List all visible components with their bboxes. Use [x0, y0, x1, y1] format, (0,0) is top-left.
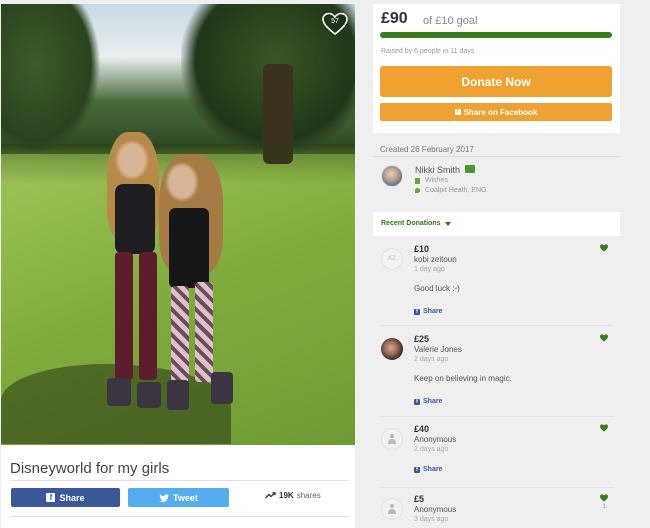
donation-amount: £40: [414, 424, 430, 434]
recent-donations-header[interactable]: Recent Donations: [373, 212, 620, 236]
donation-time: 3 days ago: [414, 516, 449, 523]
donor-name: kobi zeitoun: [414, 255, 457, 264]
location-label: Coalpit Heath, ENG: [425, 187, 487, 194]
goal-text: of £10 goal: [423, 15, 478, 27]
donation-share-button[interactable]: f Share: [414, 466, 442, 473]
facebook-icon: f: [414, 466, 420, 473]
divider: [381, 325, 613, 326]
heart-icon[interactable]: [600, 334, 608, 342]
heart-count-badge[interactable]: 57: [322, 12, 348, 36]
mail-icon[interactable]: [465, 165, 475, 173]
organizer-avatar[interactable]: [381, 165, 403, 187]
donation-time: 2 days ago: [414, 356, 449, 363]
facebook-share-button[interactable]: f Share: [11, 488, 120, 507]
caret-down-icon: [444, 221, 451, 226]
organizer-category[interactable]: Wishes: [415, 177, 448, 184]
shares-count: 19K shares: [265, 491, 321, 500]
facebook-icon: f: [454, 109, 461, 115]
photo-girl-left: [101, 132, 167, 414]
heart-icon[interactable]: [600, 424, 608, 432]
donation-item: KZ £10 kobi zeitoun 1 day ago Good luck …: [381, 244, 613, 326]
donate-now-button[interactable]: Donate Now: [380, 66, 612, 97]
donor-avatar: [381, 338, 403, 360]
campaign-title: Disneyworld for my girls: [10, 460, 170, 477]
donor-avatar: KZ: [381, 248, 403, 270]
trending-icon: [265, 492, 276, 499]
donation-message: Keep on believing in magic.: [414, 374, 512, 383]
location-pin-icon: [415, 188, 420, 193]
recent-donations-label: Recent Donations: [381, 220, 441, 227]
goal-card: £90 of £10 goal Raised by 6 people in 11…: [373, 4, 620, 133]
share-on-facebook-label: Share on Facebook: [463, 107, 538, 117]
raised-amount: £90: [381, 10, 408, 27]
created-date: Created 26 February 2017: [380, 145, 474, 154]
facebook-icon: f: [46, 493, 56, 502]
organizer-location: Coalpit Heath, ENG: [415, 187, 486, 194]
donation-share-button[interactable]: f Share: [414, 308, 442, 315]
category-label: Wishes: [425, 177, 448, 184]
donor-name: Anonymous: [414, 505, 457, 514]
facebook-icon: f: [414, 398, 420, 405]
campaign-photo: 57: [1, 4, 355, 445]
facebook-icon: f: [414, 308, 420, 315]
donor-avatar: [381, 428, 403, 450]
person-icon: [387, 434, 397, 444]
raised-by-text: Raised by 6 people in 11 days: [381, 48, 475, 55]
donation-amount: £5: [414, 494, 425, 504]
tag-icon: [415, 177, 420, 184]
donation-amount: £10: [414, 244, 430, 254]
recent-donations-toggle[interactable]: Recent Donations: [381, 220, 451, 227]
tweet-label: Tweet: [173, 492, 198, 503]
divider: [10, 480, 348, 481]
donation-item: £5 Anonymous 3 days ago 1: [381, 494, 613, 528]
divider: [373, 156, 620, 157]
heart-count: 1: [602, 504, 606, 510]
heart-icon[interactable]: [600, 244, 608, 252]
donation-message: Good luck :-): [414, 284, 460, 293]
donation-time: 1 day ago: [414, 266, 445, 273]
donation-share-button[interactable]: f Share: [414, 398, 442, 405]
donation-amount: £25: [414, 334, 430, 344]
divider: [10, 516, 348, 517]
donor-avatar: [381, 498, 403, 520]
facebook-share-label: Share: [59, 492, 85, 503]
share-on-facebook-button[interactable]: f Share on Facebook: [380, 103, 612, 121]
heart-icon[interactable]: [600, 494, 608, 502]
donation-time: 2 days ago: [414, 446, 449, 453]
shares-label: shares: [296, 491, 321, 500]
divider: [381, 487, 613, 488]
divider: [381, 416, 613, 417]
campaign-card: 57 Disneyworld for my girls f Share Twee…: [1, 4, 355, 528]
donation-share-label: Share: [423, 308, 443, 315]
campaign-page: 57 Disneyworld for my girls f Share Twee…: [0, 0, 650, 528]
donation-share-label: Share: [423, 466, 443, 473]
shares-number: 19K: [279, 491, 294, 500]
organizer-name[interactable]: Nikki Smith: [415, 165, 460, 175]
heart-count: 57: [331, 18, 339, 25]
donation-item: £40 Anonymous 2 days ago f Share: [381, 424, 613, 488]
donation-share-label: Share: [423, 398, 443, 405]
twitter-icon: [159, 493, 170, 502]
donation-item: £25 Valerie Jones 2 days ago Keep on bel…: [381, 334, 613, 417]
donor-name: Valerie Jones: [414, 345, 462, 354]
progress-bar: [380, 32, 612, 38]
tweet-button[interactable]: Tweet: [128, 488, 229, 507]
progress-fill: [380, 32, 612, 38]
donor-name: Anonymous: [414, 435, 457, 444]
person-icon: [387, 504, 397, 514]
photo-girl-right: [159, 154, 233, 416]
